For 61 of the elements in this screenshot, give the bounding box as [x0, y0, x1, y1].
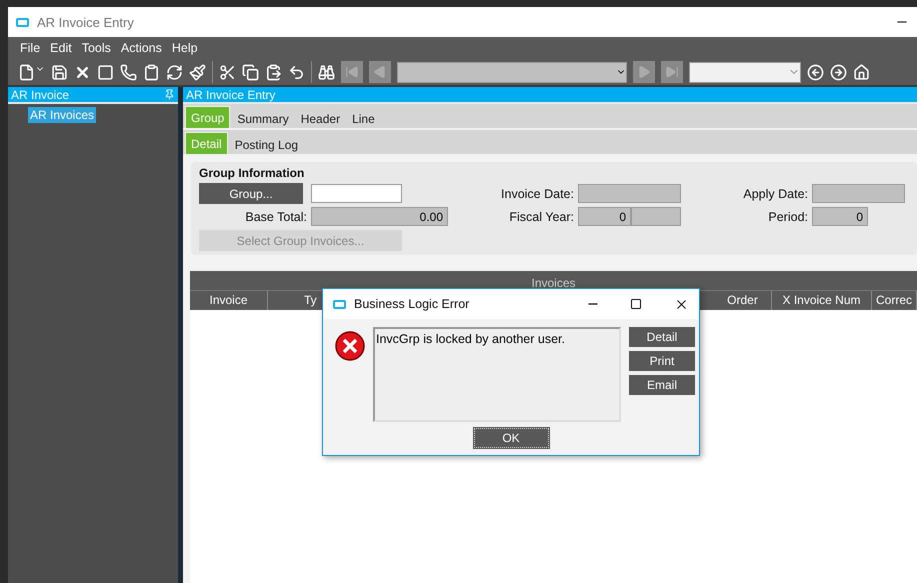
binoculars-icon[interactable]	[318, 64, 335, 80]
group-button[interactable]: Group...	[199, 183, 303, 204]
tab[interactable]: Summary	[232, 108, 294, 128]
fiscal-year-field[interactable]: 0	[578, 207, 631, 226]
dropdown-field[interactable]	[689, 62, 801, 82]
field-label: Base Total:	[244, 210, 308, 224]
error-icon	[335, 331, 367, 363]
skip-back-icon	[345, 65, 359, 79]
tab[interactable]: Line	[347, 108, 380, 128]
column-header[interactable]: Order	[714, 291, 772, 310]
column-header[interactable]: Invoice	[190, 291, 268, 310]
group-title: Group Information	[199, 166, 306, 180]
home-icon[interactable]	[853, 64, 870, 80]
column-header[interactable]: X Invoice Num	[772, 291, 872, 310]
period-field[interactable]: 0	[812, 207, 868, 226]
cut-icon[interactable]	[219, 64, 236, 80]
save-icon[interactable]	[51, 64, 68, 80]
maximize-icon[interactable]	[630, 298, 642, 310]
dialog-title: Business Logic Error	[354, 297, 470, 311]
invoice-date-field[interactable]	[578, 184, 681, 203]
menu-item[interactable]: Help	[172, 41, 198, 55]
menu-item[interactable]: File	[20, 41, 40, 55]
field-label: Period:	[767, 210, 809, 224]
tab[interactable]: Header	[296, 108, 346, 128]
copy-icon[interactable]	[242, 64, 259, 80]
note-icon[interactable]	[97, 64, 114, 80]
dialog-button[interactable]: Email	[629, 375, 695, 395]
fiscal-year-suffix-field[interactable]	[631, 207, 681, 226]
menu-item[interactable]: Actions	[120, 41, 162, 55]
window-title: AR Invoice Entry	[37, 14, 134, 30]
field-label: Apply Date:	[742, 186, 809, 200]
sidebar-title: AR Invoice	[11, 88, 70, 102]
error-message: InvcGrp is locked by another user.	[373, 327, 621, 422]
base-total-field: 0.00	[311, 207, 448, 226]
group-field[interactable]	[311, 184, 402, 203]
grid-title: Invoices	[531, 276, 576, 290]
left-triangle-icon	[373, 65, 387, 79]
pin-icon[interactable]	[164, 89, 175, 100]
refresh-icon[interactable]	[166, 64, 183, 80]
brush-icon[interactable]	[189, 64, 206, 80]
right-triangle-icon	[637, 65, 651, 79]
apply-date-field[interactable]	[812, 184, 905, 203]
skip-forward-icon	[665, 65, 679, 79]
column-header[interactable]: Correc	[872, 291, 917, 310]
panel-title: AR Invoice Entry	[186, 88, 276, 102]
field-label: Invoice Date:	[500, 186, 575, 200]
ok-button[interactable]: OK	[474, 428, 548, 448]
app-icon	[333, 300, 346, 308]
paste-icon[interactable]	[265, 64, 282, 80]
phone-icon[interactable]	[120, 64, 137, 80]
tab[interactable]: Posting Log	[230, 134, 304, 154]
new-document-icon[interactable]	[18, 64, 45, 80]
clipboard-icon[interactable]	[143, 64, 160, 80]
dialog-button[interactable]: Detail	[629, 327, 695, 347]
menu-item[interactable]: Edit	[50, 41, 72, 55]
field-label: Fiscal Year:	[508, 210, 575, 224]
record-dropdown[interactable]	[397, 62, 627, 82]
dialog-button[interactable]: Print	[629, 351, 695, 371]
undo-icon[interactable]	[288, 64, 305, 80]
app-icon	[16, 18, 29, 26]
menu-item[interactable]: Tools	[82, 41, 111, 55]
